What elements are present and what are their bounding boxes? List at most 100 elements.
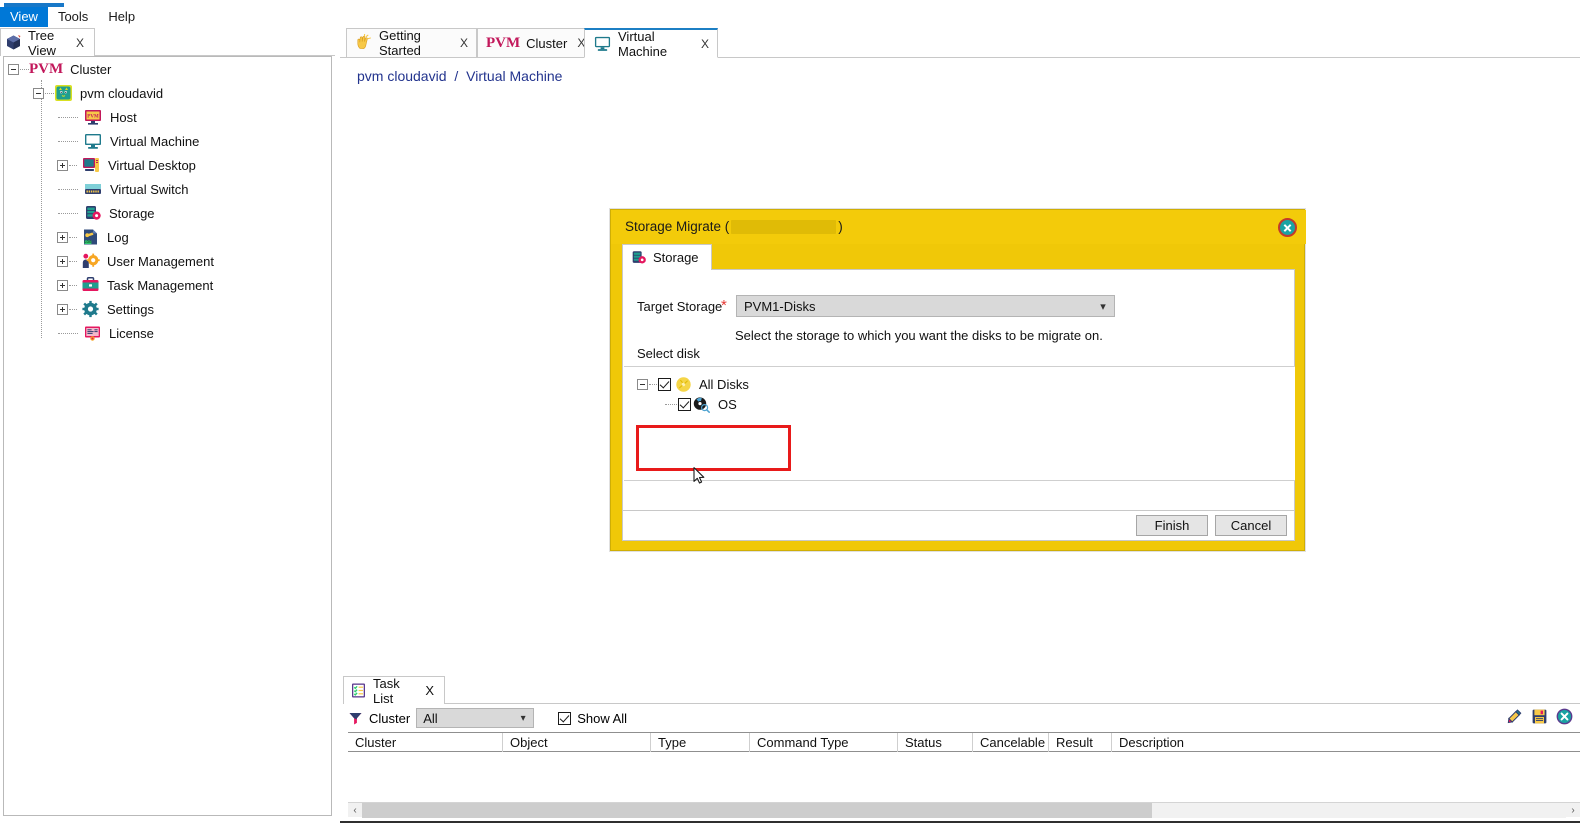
finish-button[interactable]: Finish (1136, 515, 1208, 536)
tree-item-pvm-cloudavid[interactable]: pvm cloudavid (4, 81, 331, 105)
column-header-status[interactable]: Status (898, 733, 973, 752)
menu-bar: View Tools Help (0, 7, 1580, 27)
tab-tree-view[interactable]: Tree View X (0, 28, 95, 58)
tree-item-pvm-cloudavid-label: pvm cloudavid (80, 85, 164, 101)
tab-cluster[interactable]: PVM Cluster X (477, 28, 587, 58)
tree-expander-settings[interactable] (57, 303, 68, 315)
filter-label: Cluster (369, 710, 411, 726)
tab-task-list-close[interactable]: X (425, 683, 434, 698)
tree-item-cluster[interactable]: PVM Cluster (4, 57, 331, 81)
tree-item-virtual-machine[interactable]: Virtual Machine (4, 129, 331, 153)
window-chrome-strip (0, 0, 1580, 7)
virtual-machine-icon (593, 35, 612, 52)
cluster-filter-select[interactable]: All ▾ (416, 708, 535, 728)
tree-expander-user-management[interactable] (57, 255, 68, 267)
tree-connector (58, 188, 78, 190)
tab-task-list[interactable]: Task List X (343, 676, 445, 706)
column-header-cluster[interactable]: Cluster (348, 733, 503, 752)
dialog-title-redacted-name (731, 219, 837, 234)
column-header-description[interactable]: Description (1112, 733, 1580, 752)
scroll-right-arrow[interactable]: › (1566, 805, 1580, 816)
disk-tree-expander-all-disks[interactable] (637, 378, 648, 390)
tree-expander-pvm-cloudavid[interactable] (33, 87, 44, 99)
panel-bottom-border (340, 821, 1580, 823)
tree-item-user-management[interactable]: User Management (4, 249, 331, 273)
show-all-control[interactable]: Show All (558, 711, 627, 726)
disk-checkbox-os[interactable] (678, 397, 691, 411)
tree-connector (69, 236, 77, 238)
tree-connector (58, 332, 78, 334)
disk-checkbox-all-disks[interactable] (658, 377, 671, 391)
target-storage-select[interactable]: PVM1-Disks ▾ (736, 295, 1115, 317)
tab-tree-view-close[interactable]: X (76, 36, 84, 50)
eraser-icon[interactable] (1506, 708, 1523, 725)
save-icon[interactable] (1531, 708, 1548, 725)
tree-expander-task-management[interactable] (57, 279, 68, 291)
task-list-toolbar: Cluster All ▾ Show All (340, 704, 1580, 732)
disk-tree-item-all-disks[interactable]: All Disks (637, 374, 749, 394)
all-disks-icon (675, 376, 692, 393)
tree-expander-virtual-desktop[interactable] (57, 159, 68, 171)
dialog-tab-storage[interactable]: Storage (622, 244, 712, 270)
dialog-title-bar: Storage Migrate ( ) (611, 210, 1306, 244)
dialog-body: Target Storage * PVM1-Disks ▾ Select the… (622, 270, 1295, 511)
tab-virtual-machine-close[interactable]: X (701, 37, 709, 51)
tree-item-settings[interactable]: Settings (4, 297, 331, 321)
scroll-thumb[interactable] (362, 802, 1152, 818)
dialog-button-row: Finish Cancel (622, 511, 1295, 541)
column-header-command-type[interactable]: Command Type (750, 733, 898, 752)
tree-item-virtual-desktop-label: Virtual Desktop (108, 157, 196, 173)
tree-item-log[interactable]: LOG Log (4, 225, 331, 249)
menu-item-tools[interactable]: Tools (48, 7, 98, 27)
tree-item-virtual-desktop[interactable]: Virtual Desktop (4, 153, 331, 177)
show-all-checkbox[interactable] (558, 711, 572, 725)
breadcrumb-leaf[interactable]: Virtual Machine (466, 68, 562, 84)
tree-item-settings-label: Settings (107, 301, 154, 317)
task-list-grid: Cluster Object Type Command Type Status … (348, 732, 1580, 804)
cluster-filter-value: All (423, 710, 438, 726)
svg-text:LOG: LOG (85, 240, 92, 244)
tree-item-host[interactable]: PVM Host (4, 105, 331, 129)
tree-expander-cluster[interactable] (8, 63, 19, 75)
tab-virtual-machine-label: Virtual Machine (618, 28, 668, 59)
disk-search-icon (692, 396, 711, 413)
tab-cluster-label: Cluster (526, 35, 568, 51)
disk-tree-item-os[interactable]: OS (665, 394, 737, 414)
close-icon[interactable] (1556, 708, 1573, 725)
cancel-button[interactable]: Cancel (1215, 515, 1287, 536)
column-header-type[interactable]: Type (651, 733, 750, 752)
task-list-horizontal-scrollbar[interactable]: ‹ › (348, 802, 1580, 818)
task-list-header-row: Cluster Object Type Command Type Status … (348, 733, 1580, 752)
tree-expander-log[interactable] (57, 231, 68, 243)
storage-hint-text: Select the storage to which you want the… (735, 328, 1103, 343)
tree-item-storage[interactable]: Storage (4, 201, 331, 225)
host-cat-icon (54, 84, 73, 102)
column-header-result[interactable]: Result (1049, 733, 1112, 752)
task-list-action-icons (1506, 708, 1573, 725)
menu-item-help[interactable]: Help (98, 7, 145, 27)
scroll-track[interactable] (362, 802, 1566, 818)
tab-getting-started-label: Getting Started (379, 28, 421, 58)
dialog-close-button[interactable] (1278, 218, 1297, 237)
tab-getting-started[interactable]: Getting Started X (346, 28, 477, 58)
tab-virtual-machine[interactable]: Virtual Machine X (584, 28, 718, 59)
breadcrumb: pvm cloudavid / Virtual Machine (357, 68, 562, 84)
column-header-cancelable[interactable]: Cancelable (973, 733, 1049, 752)
menu-item-view[interactable]: View (0, 7, 48, 27)
task-list-rows (348, 752, 1580, 781)
tab-getting-started-close[interactable]: X (460, 36, 468, 50)
scroll-left-arrow[interactable]: ‹ (348, 805, 362, 816)
column-header-object[interactable]: Object (503, 733, 651, 752)
tree-item-license[interactable]: License (4, 321, 331, 345)
license-icon (83, 324, 102, 342)
tree-item-task-management[interactable]: Task Management (4, 273, 331, 297)
storage-icon (83, 204, 102, 222)
tree-connector (69, 284, 77, 286)
disk-tree-item-all-disks-label: All Disks (699, 376, 749, 392)
mouse-cursor (693, 467, 705, 484)
breadcrumb-root[interactable]: pvm cloudavid (357, 68, 447, 84)
chevron-down-icon: ▾ (520, 712, 526, 724)
svg-text:PVM: PVM (87, 115, 99, 120)
tree-view-panel: Tree View X PVM Cluster pvm cloudavid PV… (0, 28, 335, 825)
tree-item-virtual-switch[interactable]: Virtual Switch (4, 177, 331, 201)
